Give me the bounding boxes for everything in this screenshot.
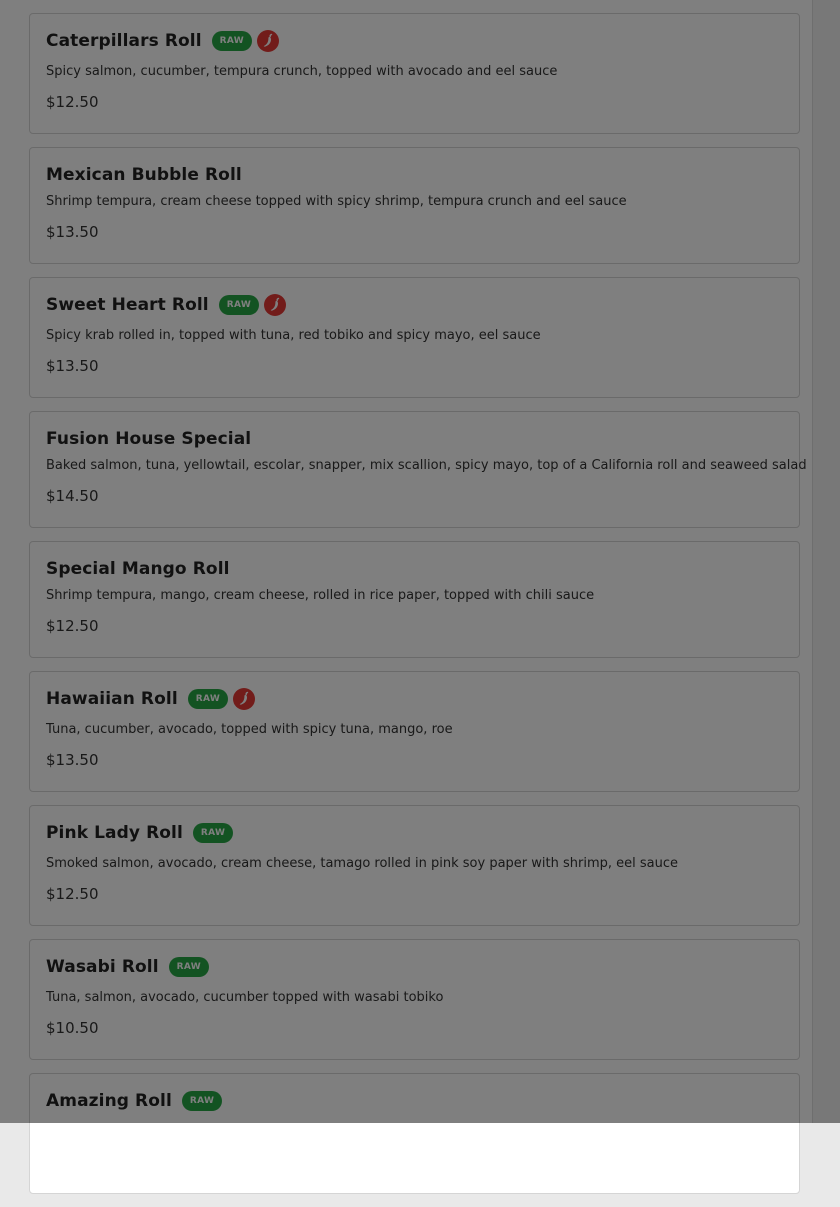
modal-backdrop-overlay[interactable]	[0, 0, 840, 1123]
